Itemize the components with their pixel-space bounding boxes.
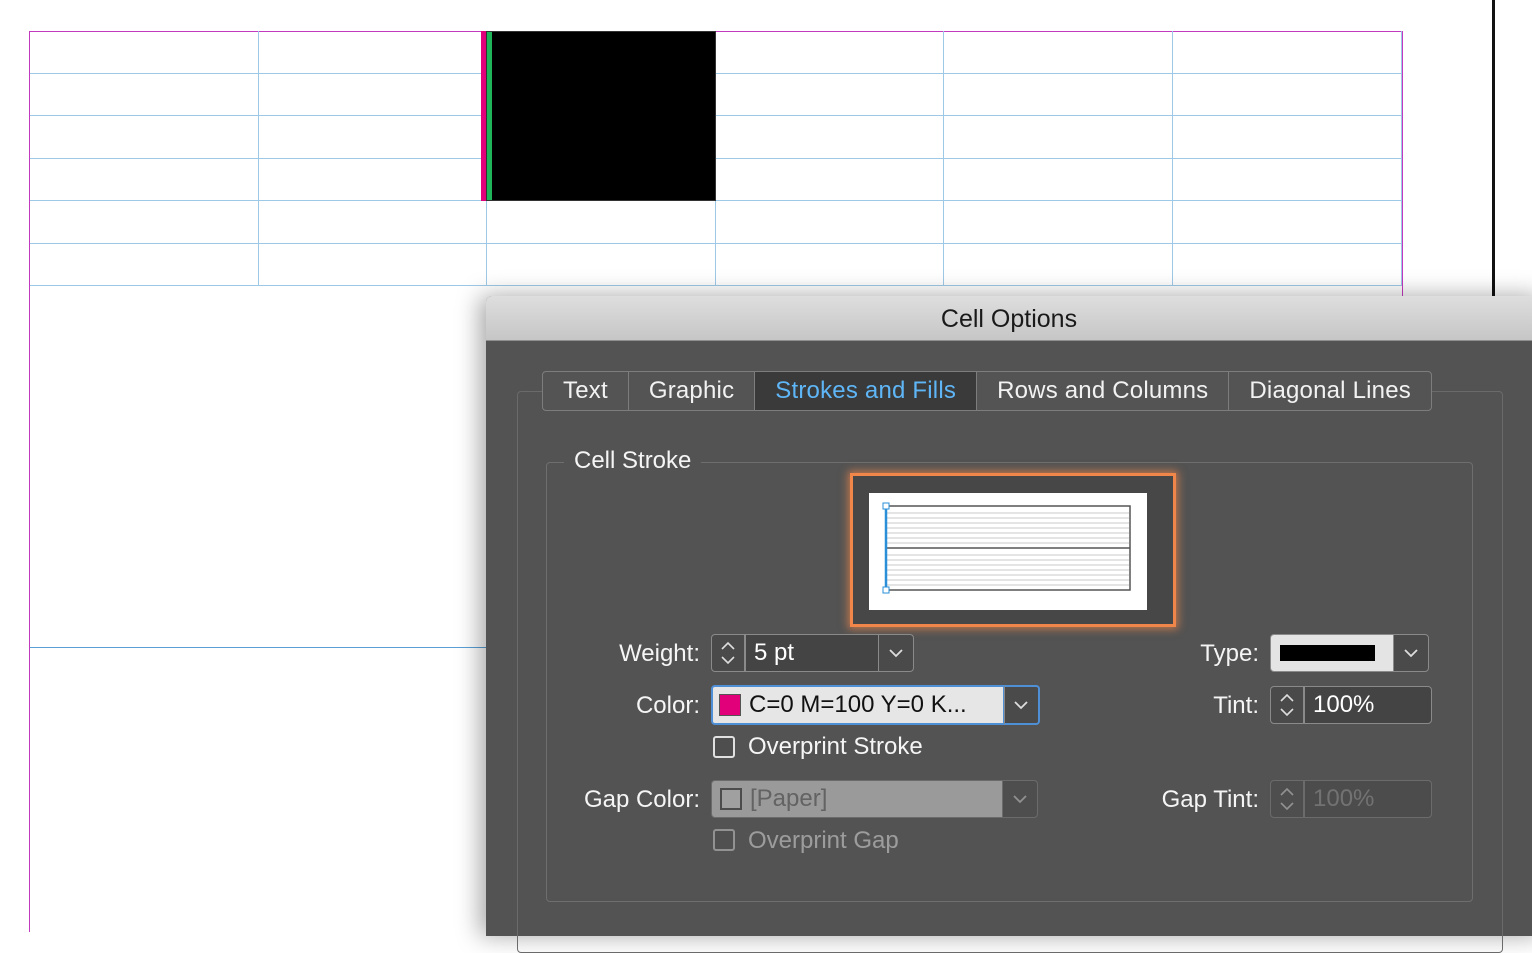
tab-strokes-and-fills[interactable]: Strokes and Fills <box>755 372 978 410</box>
gap-color-dropdown[interactable] <box>1002 780 1038 818</box>
table-cell[interactable] <box>258 116 488 159</box>
solid-stroke-sample <box>1280 645 1375 661</box>
color-label: Color: <box>635 692 700 719</box>
weight-label: Weight: <box>619 640 700 667</box>
type-dropdown[interactable] <box>1393 634 1429 672</box>
tab-rows-and-columns[interactable]: Rows and Columns <box>977 372 1230 410</box>
cell-stroke-group-label: Cell Stroke <box>564 447 702 475</box>
color-swatch <box>719 694 741 716</box>
chevron-down-icon <box>889 649 903 658</box>
tint-stepper[interactable] <box>1270 686 1304 724</box>
table-cell[interactable] <box>30 116 259 159</box>
table-cell[interactable] <box>1173 243 1402 286</box>
selected-cells[interactable] <box>486 31 716 201</box>
gap-tint-input[interactable]: 100% <box>1304 780 1432 818</box>
stepper-arrows-icon <box>1280 787 1294 811</box>
table-cell[interactable] <box>715 201 945 244</box>
table-cell[interactable] <box>944 201 1173 244</box>
gap-color-value: [Paper] <box>750 785 828 812</box>
gap-tint-stepper[interactable] <box>1270 780 1304 818</box>
table-cell[interactable] <box>715 73 945 116</box>
dialog-title: Cell Options <box>940 305 1078 333</box>
overprint-gap-checkbox[interactable] <box>713 829 735 851</box>
table-cell[interactable] <box>944 31 1173 74</box>
table-cell[interactable] <box>1173 116 1402 159</box>
table-cell[interactable] <box>258 243 488 286</box>
table-cell[interactable] <box>944 73 1173 116</box>
color-value: C=0 M=100 Y=0 K... <box>749 691 967 718</box>
gap-color-label: Gap Color: <box>583 786 700 813</box>
tint-input[interactable]: 100% <box>1304 686 1432 724</box>
table-cell[interactable] <box>30 31 259 74</box>
table-cell[interactable] <box>487 201 716 244</box>
tab-bar: Text Graphic Strokes and Fills Rows and … <box>542 371 1432 411</box>
table-cell[interactable] <box>30 243 259 286</box>
table-cell[interactable] <box>715 243 945 286</box>
overprint-stroke-checkbox[interactable] <box>713 736 735 758</box>
table-cell[interactable] <box>715 31 945 74</box>
tint-label: Tint: <box>1213 692 1259 719</box>
chevron-down-icon <box>1013 795 1027 804</box>
weight-dropdown[interactable] <box>878 634 914 672</box>
table-cell[interactable] <box>487 243 716 286</box>
table-cell[interactable] <box>258 201 488 244</box>
tab-graphic[interactable]: Graphic <box>629 372 756 410</box>
table-cell[interactable] <box>944 243 1173 286</box>
table-cell[interactable] <box>30 201 259 244</box>
gap-color-select[interactable]: [Paper] <box>711 780 1003 818</box>
overprint-stroke-label[interactable]: Overprint Stroke <box>748 733 923 761</box>
horizontal-guide <box>30 647 490 648</box>
selection-highlight-bar <box>487 32 492 200</box>
table-cell[interactable] <box>258 73 488 116</box>
stepper-arrows-icon <box>1280 693 1294 717</box>
tab-diagonal-lines[interactable]: Diagonal Lines <box>1229 372 1431 410</box>
chevron-down-icon <box>1014 701 1028 710</box>
weight-input[interactable]: 5 pt <box>745 634 879 672</box>
cell-options-dialog: Cell Options Text Graphic Strokes and Fi… <box>486 296 1532 953</box>
table-cell[interactable] <box>715 116 945 159</box>
type-label: Type: <box>1200 640 1259 667</box>
table-cell[interactable] <box>1173 73 1402 116</box>
table-cell[interactable] <box>30 158 259 201</box>
chevron-down-icon <box>1404 649 1418 658</box>
table-cell[interactable] <box>1173 31 1402 74</box>
table-cell[interactable] <box>258 158 488 201</box>
type-select[interactable] <box>1270 634 1394 672</box>
gap-tint-label: Gap Tint: <box>1161 786 1259 813</box>
gap-color-swatch <box>720 788 742 810</box>
color-dropdown[interactable] <box>1004 685 1040 725</box>
table-cell[interactable] <box>944 116 1173 159</box>
table-cell[interactable] <box>1173 158 1402 201</box>
overprint-gap-label[interactable]: Overprint Gap <box>748 827 899 855</box>
tab-text[interactable]: Text <box>543 372 629 410</box>
table-cell[interactable] <box>715 158 945 201</box>
table-cell[interactable] <box>1173 201 1402 244</box>
table-cell[interactable] <box>30 73 259 116</box>
dialog-titlebar[interactable]: Cell Options <box>486 296 1532 341</box>
stepper-arrows-icon <box>721 641 735 665</box>
stroke-proxy-diagram[interactable] <box>869 493 1147 610</box>
page-edge <box>1492 0 1495 300</box>
color-select[interactable]: C=0 M=100 Y=0 K... <box>711 685 1005 725</box>
weight-stepper[interactable] <box>711 634 745 672</box>
table-cell[interactable] <box>258 31 488 74</box>
table-cell[interactable] <box>944 158 1173 201</box>
